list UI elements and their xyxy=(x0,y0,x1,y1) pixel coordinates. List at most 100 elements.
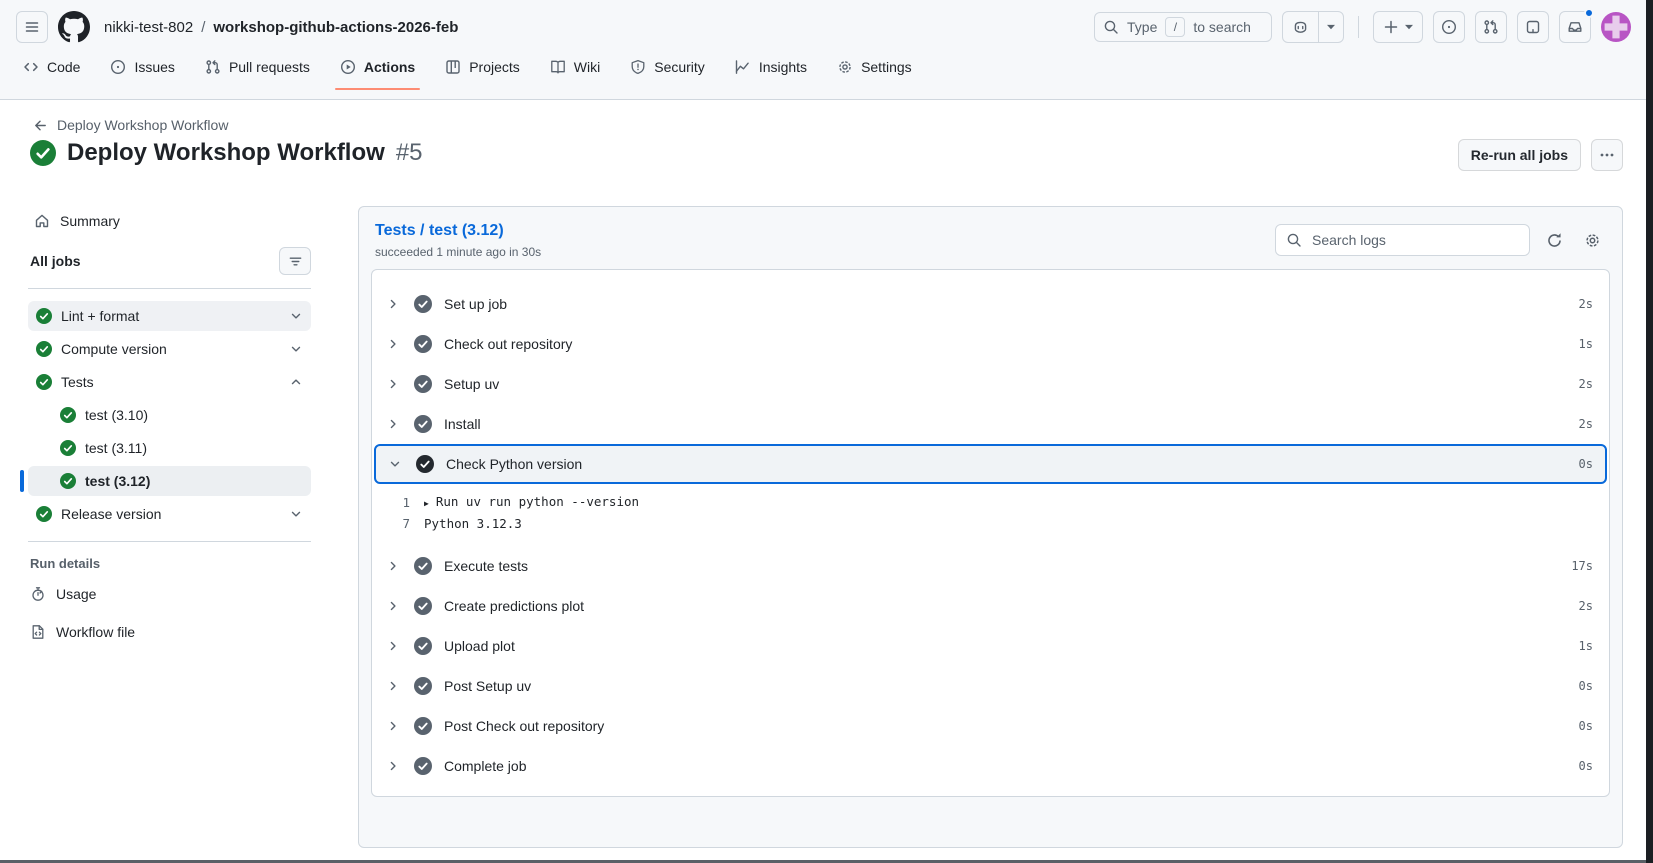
filter-icon xyxy=(288,254,303,269)
pull-requests-header-button[interactable] xyxy=(1475,11,1507,43)
hamburger-menu-button[interactable] xyxy=(16,11,48,43)
search-logs-box xyxy=(1275,224,1530,256)
log-line-number[interactable]: 7 xyxy=(376,514,410,534)
create-new-button[interactable] xyxy=(1373,11,1423,43)
step-row-check-out-repository[interactable]: Check out repository 1s xyxy=(372,324,1609,364)
step-row-upload-plot[interactable]: Upload plot 1s xyxy=(372,626,1609,666)
sidebar-job-tests[interactable]: Tests xyxy=(28,367,311,397)
step-check-icon xyxy=(414,597,432,615)
git-pull-request-icon xyxy=(1483,19,1499,35)
step-duration: 17s xyxy=(1571,559,1593,573)
breadcrumb-separator: / xyxy=(201,18,206,36)
tab-code[interactable]: Code xyxy=(8,44,95,90)
panel-icon xyxy=(1525,19,1541,35)
repo-owner-link[interactable]: nikki-test-802 xyxy=(104,19,193,36)
tab-label: Pull requests xyxy=(228,59,310,75)
job-label: test (3.10) xyxy=(85,407,149,423)
filter-jobs-button[interactable] xyxy=(279,247,311,275)
success-check-icon xyxy=(36,308,52,324)
chevron-right-icon xyxy=(386,417,402,431)
search-logs-input[interactable] xyxy=(1310,231,1519,249)
sidebar-job-compute-version[interactable]: Compute version xyxy=(28,334,311,364)
step-row-complete-job[interactable]: Complete job 0s xyxy=(372,746,1609,786)
global-search-input[interactable]: Type / to search xyxy=(1094,12,1272,42)
rerun-all-jobs-button[interactable]: Re-run all jobs xyxy=(1457,139,1581,171)
run-options-button[interactable] xyxy=(1591,139,1623,171)
step-row-create-predictions-plot[interactable]: Create predictions plot 2s xyxy=(372,586,1609,626)
tab-insights[interactable]: Insights xyxy=(720,44,822,90)
tab-wiki[interactable]: Wiki xyxy=(535,44,615,90)
sidebar-item-workflow-file[interactable]: Workflow file xyxy=(28,617,311,647)
step-check-icon xyxy=(414,335,432,353)
stopwatch-icon xyxy=(30,586,46,602)
panel-header-button[interactable] xyxy=(1517,11,1549,43)
sidebar-item-summary[interactable]: Summary xyxy=(28,206,311,236)
job-status-subtitle: succeeded 1 minute ago in 30s xyxy=(375,245,542,259)
graph-icon xyxy=(735,59,751,75)
step-row-set-up-job[interactable]: Set up job 2s xyxy=(372,284,1609,324)
log-line-text: Python 3.12.3 xyxy=(424,516,522,531)
sidebar-job-test-312[interactable]: test (3.12) xyxy=(20,466,311,496)
sidebar-job-test-310[interactable]: test (3.10) xyxy=(28,400,311,430)
step-duration: 1s xyxy=(1578,639,1593,653)
step-row-install[interactable]: Install 2s xyxy=(372,404,1609,444)
sidebar-job-test-311[interactable]: test (3.11) xyxy=(28,433,311,463)
copilot-dropdown-button[interactable] xyxy=(1319,12,1343,42)
sidebar-job-lint-format[interactable]: Lint + format xyxy=(28,301,311,331)
sidebar-divider xyxy=(28,541,311,542)
unread-notification-dot xyxy=(1584,8,1594,18)
chevron-right-icon xyxy=(386,559,402,573)
success-check-icon xyxy=(36,374,52,390)
workflow-back-link[interactable]: Deploy Workshop Workflow xyxy=(33,117,228,133)
step-duration: 2s xyxy=(1578,297,1593,311)
plus-icon xyxy=(1383,19,1399,35)
tab-security[interactable]: Security xyxy=(615,44,720,90)
log-settings-button[interactable] xyxy=(1578,226,1606,254)
issue-opened-icon xyxy=(110,59,126,75)
inbox-icon xyxy=(1567,19,1583,35)
tab-projects[interactable]: Projects xyxy=(430,44,535,90)
git-pull-request-icon xyxy=(205,59,221,75)
chevron-right-icon xyxy=(386,599,402,613)
sidebar-item-usage[interactable]: Usage xyxy=(28,579,311,609)
tab-actions[interactable]: Actions xyxy=(325,44,430,90)
chevron-right-icon xyxy=(386,297,402,311)
log-line-group[interactable]: 1 ▶ Run uv run python --version xyxy=(376,492,1609,514)
tab-pull-requests[interactable]: Pull requests xyxy=(190,44,325,90)
step-row-setup-uv[interactable]: Setup uv 2s xyxy=(372,364,1609,404)
user-avatar[interactable] xyxy=(1601,12,1631,42)
success-check-icon xyxy=(36,341,52,357)
log-line-number[interactable]: 1 xyxy=(376,493,410,513)
tab-label: Projects xyxy=(469,59,520,75)
step-name: Install xyxy=(444,416,481,432)
workflow-file-label: Workflow file xyxy=(56,624,136,640)
step-row-check-python-version[interactable]: Check Python version 0s xyxy=(374,444,1607,484)
step-row-post-check-out-repository[interactable]: Post Check out repository 0s xyxy=(372,706,1609,746)
job-label: test (3.11) xyxy=(85,440,147,456)
sidebar-job-release-version[interactable]: Release version xyxy=(28,499,311,529)
copilot-button[interactable] xyxy=(1283,12,1319,42)
step-duration: 2s xyxy=(1578,417,1593,431)
inbox-header-button[interactable] xyxy=(1559,8,1594,43)
step-check-icon xyxy=(414,677,432,695)
step-duration: 0s xyxy=(1578,457,1593,471)
issues-header-button[interactable] xyxy=(1433,11,1465,43)
code-icon xyxy=(23,59,39,75)
job-label: Lint + format xyxy=(61,308,140,324)
tab-settings[interactable]: Settings xyxy=(822,44,927,90)
tab-issues[interactable]: Issues xyxy=(95,44,189,90)
repo-name-link[interactable]: workshop-github-actions-2026-feb xyxy=(213,19,458,36)
project-icon xyxy=(445,59,461,75)
github-logo[interactable] xyxy=(58,11,90,43)
step-name: Create predictions plot xyxy=(444,598,585,614)
step-log-output: 1 ▶ Run uv run python --version 7 Python … xyxy=(372,484,1609,546)
refresh-logs-button[interactable] xyxy=(1540,226,1568,254)
shield-icon xyxy=(630,59,646,75)
hamburger-icon xyxy=(24,19,40,35)
search-placeholder-post: to search xyxy=(1193,19,1251,35)
step-duration: 2s xyxy=(1578,377,1593,391)
job-title: Tests / test (3.12) xyxy=(375,222,504,239)
step-row-execute-tests[interactable]: Execute tests 17s xyxy=(372,546,1609,586)
step-row-post-setup-uv[interactable]: Post Setup uv 0s xyxy=(372,666,1609,706)
job-label: Compute version xyxy=(61,341,167,357)
